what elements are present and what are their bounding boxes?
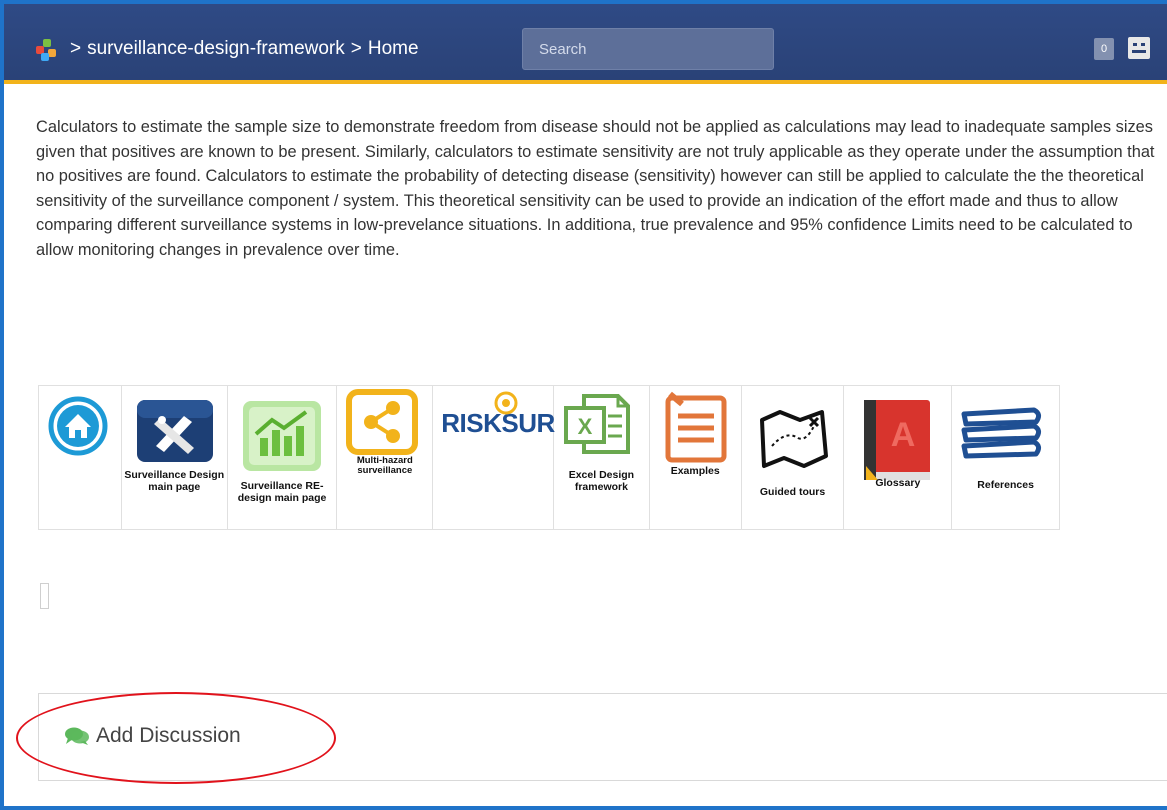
glossary-link[interactable]: A Glossary bbox=[844, 386, 953, 529]
breadcrumb: > surveillance-design-framework > Home bbox=[34, 34, 419, 64]
icon-caption: Glossary bbox=[875, 477, 921, 489]
surveillance-design-icon bbox=[136, 400, 213, 462]
breadcrumb-project[interactable]: surveillance-design-framework bbox=[87, 38, 345, 60]
clipboard-icon bbox=[665, 391, 727, 463]
icon-caption: Guided tours bbox=[759, 486, 826, 498]
top-navbar: > surveillance-design-framework > Home 0 bbox=[4, 4, 1167, 84]
search-input[interactable] bbox=[522, 28, 774, 70]
icon-caption: Surveillance RE-design main page bbox=[237, 480, 327, 504]
guided-tours-link[interactable]: Guided tours bbox=[742, 386, 845, 529]
excel-icon: X bbox=[564, 394, 630, 454]
surveillance-redesign-icon bbox=[242, 401, 321, 471]
broken-widget-placeholder bbox=[40, 583, 49, 609]
icon-caption: References bbox=[977, 479, 1034, 491]
breadcrumb-separator: > bbox=[70, 38, 82, 59]
references-link[interactable]: References bbox=[952, 386, 1059, 529]
svg-text:X: X bbox=[578, 414, 593, 439]
navigation-icon-strip: Surveillance Design main page Surveillan… bbox=[38, 385, 1060, 530]
icon-caption: Surveillance Design main page bbox=[124, 469, 225, 493]
risksur-link[interactable]: RISKSUR bbox=[433, 386, 555, 529]
icon-caption: Excel Design framework bbox=[568, 469, 635, 493]
user-menu-icon[interactable] bbox=[1128, 37, 1150, 59]
svg-text:A: A bbox=[891, 416, 916, 454]
share-icon bbox=[346, 389, 419, 455]
icon-caption: Multi-hazard surveillance bbox=[356, 455, 413, 476]
annotation-highlight-ellipse bbox=[16, 692, 336, 784]
home-link[interactable] bbox=[39, 386, 122, 529]
surveillance-design-link[interactable]: Surveillance Design main page bbox=[122, 386, 228, 529]
icon-caption: Examples bbox=[670, 465, 720, 477]
surveillance-redesign-link[interactable]: Surveillance RE-design main page bbox=[228, 386, 338, 529]
globe-icon bbox=[494, 391, 518, 415]
multi-hazard-link[interactable]: Multi-hazard surveillance bbox=[337, 386, 434, 529]
home-icon bbox=[48, 396, 108, 456]
map-icon bbox=[759, 410, 828, 468]
notification-badge[interactable]: 0 bbox=[1094, 38, 1114, 60]
breadcrumb-home[interactable]: Home bbox=[368, 38, 419, 60]
excel-design-framework-link[interactable]: X Excel Design framework bbox=[554, 386, 650, 529]
breadcrumb-separator: > bbox=[350, 38, 362, 59]
books-stack-icon bbox=[961, 407, 1042, 459]
app-logo-icon[interactable] bbox=[34, 37, 58, 61]
examples-link[interactable]: Examples bbox=[650, 386, 742, 529]
book-icon: A bbox=[864, 400, 931, 480]
intro-paragraph: Calculators to estimate the sample size … bbox=[36, 118, 1155, 259]
